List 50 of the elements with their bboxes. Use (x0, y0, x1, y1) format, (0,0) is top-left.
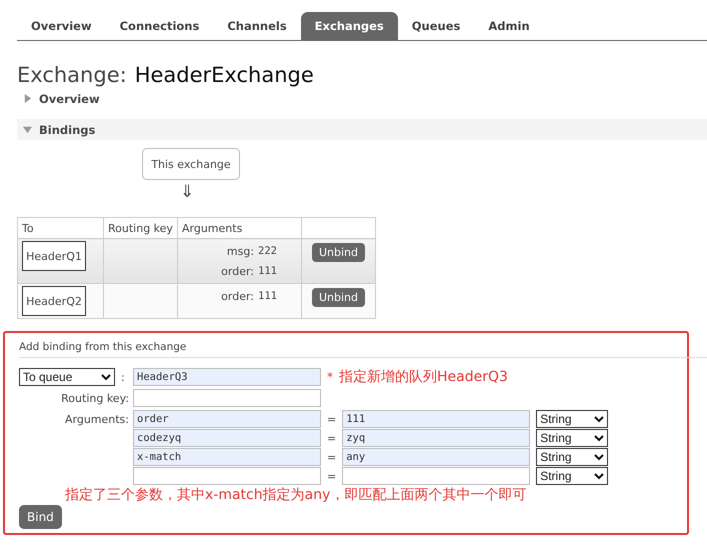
page-title-label: Exchange: (17, 63, 127, 87)
form-title: Add binding from this exchange (19, 341, 707, 358)
argument-key: msg: (226, 244, 254, 258)
argument-value: 111 (258, 265, 277, 277)
argument-value-field[interactable]: zyq (342, 429, 530, 447)
argument-type-select[interactable]: String (536, 429, 608, 447)
arguments-label: Arguments: (64, 412, 129, 426)
argument-key: order: (221, 264, 254, 278)
argument-type-select[interactable]: String (536, 467, 608, 485)
exchange-name: HeaderExchange (134, 63, 314, 87)
section-title: Bindings (39, 122, 96, 136)
argument-value: 222 (258, 245, 277, 257)
annotation-text: 指定新增的队列HeaderQ3 (339, 368, 508, 386)
destination-type-select[interactable]: To queue (19, 368, 115, 386)
destination-field[interactable]: HeaderQ3 (133, 368, 321, 386)
exchange-node: This exchange (142, 148, 240, 180)
separator-colon: : (121, 370, 125, 384)
queue-link[interactable]: HeaderQ2 (22, 286, 86, 316)
argument-value-field[interactable]: 111 (342, 410, 530, 428)
argument-key: order: (221, 290, 254, 302)
equals-sign: = (327, 432, 336, 444)
unbind-button[interactable]: Unbind (312, 288, 366, 307)
section-header[interactable]: Bindings (17, 119, 707, 140)
bind-button[interactable]: Bind (19, 505, 62, 529)
unbind-button[interactable]: Unbind (312, 243, 366, 262)
section-header[interactable]: Overview (17, 88, 707, 109)
nav-tab[interactable]: Channels (213, 12, 301, 40)
annotation-text: 指定了三个参数，其中x-match指定为any，即匹配上面两个其中一个即可 (65, 487, 526, 503)
equals-sign: = (327, 470, 336, 482)
column-header: To (18, 218, 104, 238)
argument-type-select[interactable]: String (536, 448, 608, 466)
nav-tab[interactable]: Admin (474, 12, 544, 40)
argument-value: 111 (258, 290, 277, 302)
nav-tab[interactable]: Exchanges (300, 12, 398, 40)
equals-sign: = (327, 450, 336, 464)
nav-tab[interactable]: Queues (398, 12, 474, 40)
argument-type-select[interactable]: String (536, 410, 608, 428)
section-title: Overview (39, 92, 100, 106)
nav-tab[interactable]: Overview (17, 12, 106, 40)
column-header: Arguments (178, 218, 302, 238)
down-arrow: ⇓ (180, 182, 196, 202)
argument-key-field[interactable]: x-match (133, 448, 321, 466)
routing-key-label: Routing key: (60, 391, 129, 405)
queue-link[interactable]: HeaderQ1 (22, 241, 86, 271)
argument-key-field[interactable]: codezyq (133, 429, 321, 447)
argument-value-field[interactable]: any (342, 448, 530, 466)
required-mark: * (327, 370, 333, 384)
nav-tab[interactable]: Connections (106, 12, 214, 40)
equals-sign: = (327, 412, 336, 426)
argument-key-field[interactable]: order (133, 410, 321, 428)
